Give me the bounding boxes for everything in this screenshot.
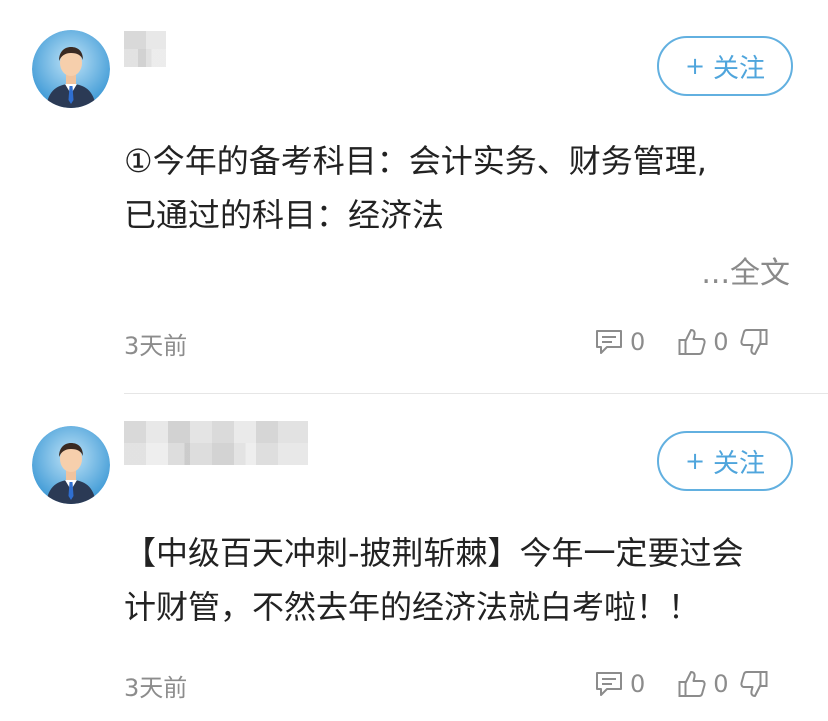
comment-text-line: ①今年的备考科目：会计实务、财务管理, xyxy=(124,142,707,180)
thumbs-up-icon xyxy=(678,671,706,697)
plus-icon: + xyxy=(684,447,706,475)
timestamp: 3天前 xyxy=(124,332,188,360)
comment-text: 【中级百天冲刺-披荆斩棘】今年一定要过会 计财管，不然去年的经济法就白考啦！！ xyxy=(124,526,794,634)
thumbs-down-icon xyxy=(739,671,768,697)
comment-item: + 关注 【中级百天冲刺-披荆斩棘】今年一定要过会 计财管，不然去年的经济法就白… xyxy=(0,394,828,721)
like-count: 0 xyxy=(713,328,729,356)
comment-count: 0 xyxy=(630,670,646,698)
username-blurred[interactable] xyxy=(124,31,166,67)
comment-text-line: 计财管，不然去年的经济法就白考啦！！ xyxy=(124,588,701,626)
follow-label: 关注 xyxy=(713,53,766,84)
like-button[interactable]: 0 xyxy=(677,669,729,699)
comment-icon xyxy=(596,330,622,354)
like-count: 0 xyxy=(713,670,729,698)
comment-text: ①今年的备考科目：会计实务、财务管理, 已通过的科目：经济法 xyxy=(124,134,794,242)
expand-fulltext-link[interactable]: ...全文 xyxy=(701,248,790,292)
avatar[interactable] xyxy=(32,426,110,504)
reply-button[interactable]: 0 xyxy=(594,670,645,698)
thumbs-down-icon xyxy=(739,329,768,355)
user-avatar-icon xyxy=(32,30,110,108)
user-avatar-icon xyxy=(32,426,110,504)
plus-icon: + xyxy=(684,52,706,80)
timestamp: 3天前 xyxy=(124,674,188,702)
comment-text-line: 【中级百天冲刺-披荆斩棘】今年一定要过会 xyxy=(124,534,744,572)
comment-item: + 关注 ①今年的备考科目：会计实务、财务管理, 已通过的科目：经济法 ...全… xyxy=(0,0,828,393)
thumbs-up-icon xyxy=(678,329,706,355)
like-button[interactable]: 0 xyxy=(677,327,729,357)
reply-button[interactable]: 0 xyxy=(594,328,645,356)
comment-actions: 0 0 xyxy=(594,324,769,360)
comment-count: 0 xyxy=(630,328,646,356)
follow-label: 关注 xyxy=(713,448,766,479)
comment-actions: 0 0 xyxy=(594,666,769,702)
follow-button[interactable]: + 关注 xyxy=(657,36,793,96)
dislike-button[interactable] xyxy=(739,669,769,699)
comment-text-line: 已通过的科目：经济法 xyxy=(124,196,445,234)
dislike-button[interactable] xyxy=(739,327,769,357)
username-blurred[interactable] xyxy=(124,421,308,465)
follow-button[interactable]: + 关注 xyxy=(657,431,793,491)
avatar[interactable] xyxy=(32,30,110,108)
comment-icon xyxy=(596,672,622,696)
